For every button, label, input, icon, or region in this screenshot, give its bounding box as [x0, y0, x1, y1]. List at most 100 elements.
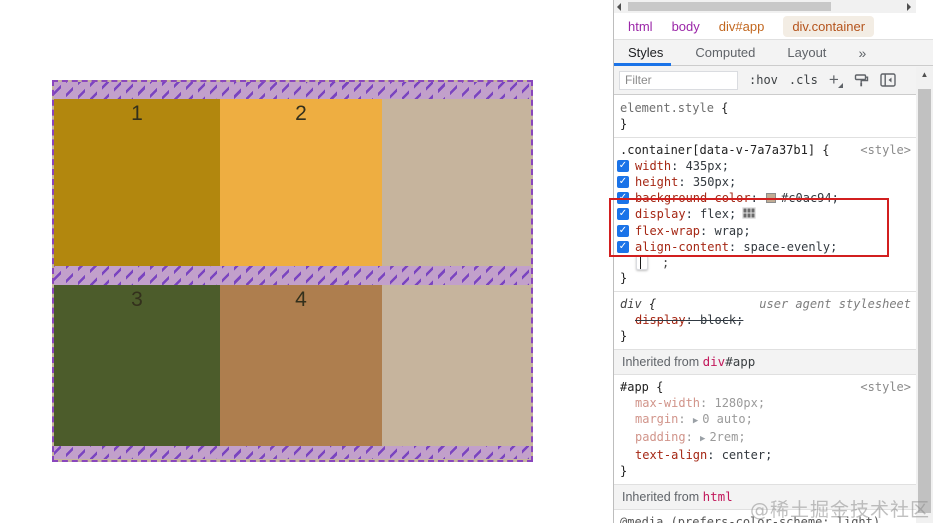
rendering-emulation-icon[interactable] [854, 73, 869, 88]
filter-input[interactable] [619, 70, 738, 90]
scroll-right-arrow-icon[interactable] [907, 3, 911, 11]
prop-checkbox[interactable]: ✓ [617, 192, 629, 204]
horizontal-scrollbar-thumb[interactable] [628, 2, 831, 11]
prop-value[interactable]: 435px [686, 159, 722, 173]
breadcrumb-div-container[interactable]: div.container [783, 15, 875, 37]
breadcrumb-body[interactable]: body [672, 19, 700, 34]
rule-origin-label: user agent stylesheet [759, 297, 911, 311]
rule-media-root: @media (prefers-color-scheme: light) :ro… [614, 510, 916, 523]
prop-name[interactable]: height [635, 175, 693, 189]
inherited-node-html[interactable]: html [703, 489, 733, 504]
tab-layout[interactable]: Layout [787, 45, 826, 60]
css-prop-height[interactable]: ✓ height350px [614, 174, 916, 190]
computed-sidebar-toggle-icon[interactable] [880, 73, 896, 87]
selector-app[interactable]: #app [620, 380, 649, 394]
flex-badge-icon[interactable] [742, 207, 757, 223]
toggle-hover-state-button[interactable]: :hov [749, 73, 778, 87]
prop-value[interactable]: #c0ac94 [781, 191, 832, 205]
prop-value[interactable]: space-evenly [743, 240, 830, 254]
flex-item-3[interactable]: 3 [54, 285, 220, 446]
rule-element-style: element.style [614, 96, 916, 138]
tab-styles[interactable]: Styles [628, 45, 663, 60]
css-prop-display[interactable]: ✓ displayflex [614, 206, 916, 223]
prop-checkbox[interactable]: ✓ [617, 208, 629, 220]
rule-container: .container[data-v-7a7a37b1] <style> ✓ wi… [614, 138, 916, 292]
prop-value: center [721, 448, 766, 462]
prop-name[interactable]: background-color [635, 191, 765, 205]
css-prop-width[interactable]: ✓ width435px [614, 158, 916, 174]
media-query-label[interactable]: @media (prefers-color-scheme: light) [614, 514, 916, 523]
prop-name: padding [635, 430, 700, 444]
rule-origin-link[interactable]: <style> [860, 142, 911, 158]
breadcrumb-html[interactable]: html [628, 19, 653, 34]
inherited-node-app-id[interactable]: #app [725, 354, 755, 369]
rule-app: #app <style> max-width1280px margin▶0 au… [614, 375, 916, 485]
rule-user-agent: div user agent stylesheet displayblock [614, 292, 916, 350]
scroll-left-arrow-icon[interactable] [617, 3, 621, 11]
prop-value[interactable]: flex [700, 207, 729, 221]
prop-name: max-width [635, 396, 714, 410]
prop-value[interactable]: 350px [693, 175, 729, 189]
css-prop-text-align[interactable]: text-aligncenter [614, 447, 916, 463]
flex-row-2: 3 4 [54, 285, 531, 446]
flex-item-4[interactable]: 4 [220, 285, 382, 446]
breadcrumb-div-app[interactable]: div#app [719, 19, 765, 34]
toggle-classes-button[interactable]: .cls [789, 73, 818, 87]
prop-name[interactable]: align-content [635, 240, 743, 254]
prop-checkbox[interactable]: ✓ [617, 241, 629, 253]
prop-value: 0 auto [702, 412, 746, 426]
css-prop-background-color[interactable]: ✓ background-color #c0ac94 [614, 190, 916, 206]
property-edit-box[interactable] [636, 255, 648, 270]
prop-checkbox[interactable]: ✓ [617, 176, 629, 188]
prop-value: block [700, 313, 737, 327]
active-tab-underline [614, 63, 671, 66]
horizontal-scrollbar[interactable] [614, 0, 916, 13]
inherited-node-div[interactable]: div [703, 354, 726, 369]
new-style-rule-button[interactable]: + [829, 71, 843, 88]
flex-row-1: 1 2 [54, 99, 531, 266]
prop-value: 1280px [714, 396, 758, 410]
prop-checkbox[interactable]: ✓ [617, 160, 629, 172]
new-rule-dropdown-icon [837, 83, 843, 88]
flex-item-1[interactable]: 1 [54, 99, 220, 266]
expand-arrow-icon[interactable]: ▶ [700, 434, 705, 444]
flex-overlay-gap-bottom [54, 446, 531, 459]
selector-div[interactable]: div [620, 297, 642, 311]
inherited-from-div-app: Inherited from div#app [614, 350, 916, 375]
css-prop-margin[interactable]: margin▶ 0 auto [614, 411, 916, 429]
prop-checkbox[interactable]: ✓ [617, 225, 629, 237]
flex-container[interactable]: 1 2 3 4 [52, 80, 533, 462]
flex-item-2[interactable]: 2 [220, 99, 382, 266]
prop-name[interactable]: flex-wrap [635, 224, 714, 238]
flex-item-3-label: 3 [131, 288, 143, 311]
css-prop-display-overridden[interactable]: displayblock [614, 312, 916, 328]
css-prop-padding[interactable]: padding▶ 2rem [614, 429, 916, 447]
rule-origin-link[interactable]: <style> [860, 379, 911, 395]
flex-item-1-label: 1 [131, 102, 143, 125]
css-prop-max-width[interactable]: max-width1280px [614, 395, 916, 411]
color-swatch[interactable] [766, 193, 777, 203]
inherited-from-label: Inherited from [622, 355, 700, 369]
new-property-editor[interactable] [614, 255, 916, 270]
vertical-scrollbar[interactable]: ▲ [916, 67, 933, 523]
text-caret [640, 257, 641, 269]
tab-computed[interactable]: Computed [695, 45, 755, 60]
styles-toolbar: :hov .cls + [614, 66, 933, 95]
prop-name[interactable]: display [635, 207, 700, 221]
flex-item-2-label: 2 [295, 102, 307, 125]
scroll-up-arrow-icon[interactable]: ▲ [916, 67, 933, 83]
stray-semicolon [662, 256, 669, 270]
inherited-from-html: Inherited from html [614, 485, 916, 510]
flex-overlay-gap-middle [54, 266, 531, 285]
prop-name[interactable]: width [635, 159, 686, 173]
selector-element-style[interactable]: element.style [620, 101, 714, 115]
css-prop-flex-wrap[interactable]: ✓ flex-wrapwrap [614, 223, 916, 239]
more-tabs-icon[interactable]: » [858, 45, 866, 61]
prop-value[interactable]: wrap [714, 224, 743, 238]
expand-arrow-icon[interactable]: ▶ [693, 416, 698, 426]
selector-container[interactable]: .container[data-v-7a7a37b1] [620, 143, 815, 157]
css-prop-align-content[interactable]: ✓ align-contentspace-evenly [614, 239, 916, 255]
vertical-scrollbar-thumb[interactable] [918, 89, 931, 513]
flex-item-4-label: 4 [295, 288, 307, 311]
devtools-tabs: Styles Computed Layout » [614, 39, 933, 66]
